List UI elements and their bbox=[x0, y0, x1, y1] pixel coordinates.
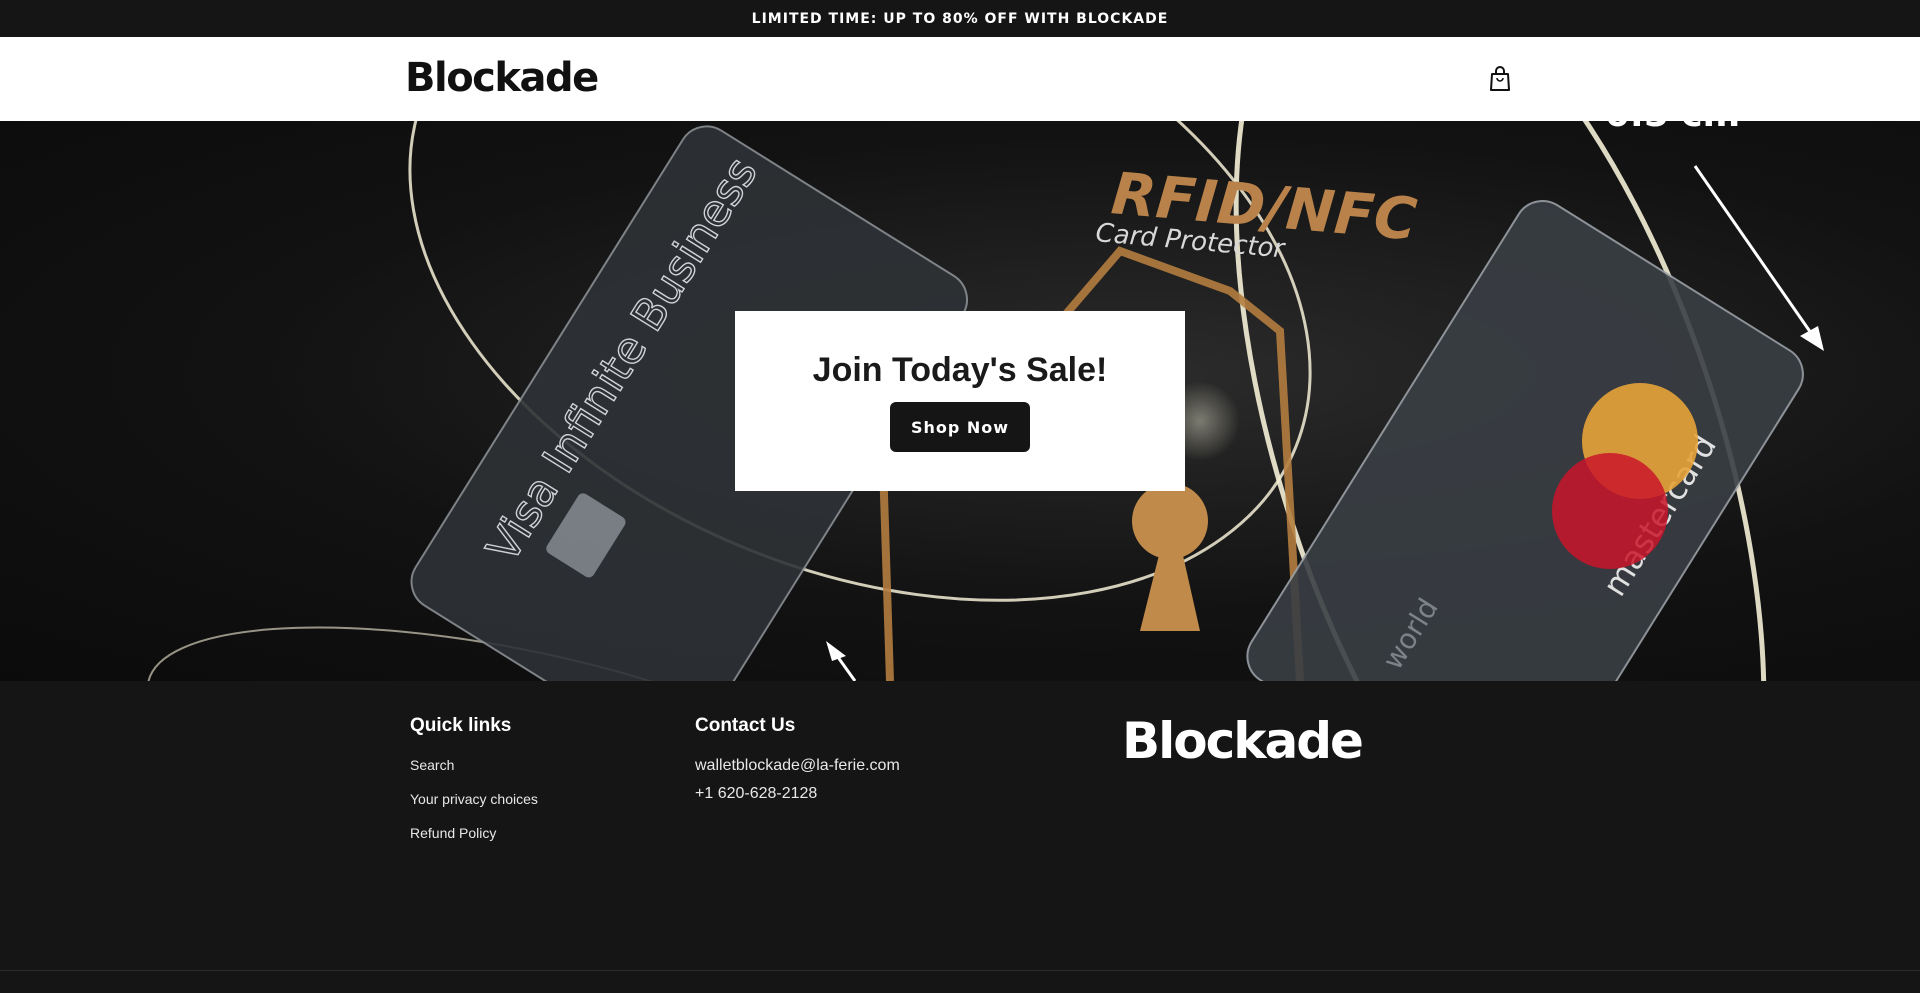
quick-links-column: Quick links Search Your privacy choices … bbox=[410, 715, 538, 859]
contact-email[interactable]: walletblockade@la-ferie.com bbox=[695, 757, 900, 775]
site-footer: Quick links Search Your privacy choices … bbox=[0, 681, 1920, 993]
shop-now-button[interactable]: Shop Now bbox=[890, 402, 1030, 452]
promo-title: Join Today's Sale! bbox=[812, 351, 1108, 389]
announcement-bar: LIMITED TIME: UP TO 80% OFF WITH BLOCKAD… bbox=[0, 0, 1920, 37]
contact-column: Contact Us walletblockade@la-ferie.com +… bbox=[695, 715, 900, 813]
promo-box: Join Today's Sale! Shop Now bbox=[735, 311, 1185, 491]
quick-links-heading: Quick links bbox=[410, 715, 512, 736]
contact-heading: Contact Us bbox=[695, 715, 796, 736]
footer-logo[interactable]: Blockade bbox=[1122, 711, 1364, 771]
header-logo[interactable]: Blockade bbox=[405, 53, 599, 103]
site-header: Blockade bbox=[0, 37, 1920, 121]
hero-measure-text: 0.5 cm bbox=[1605, 121, 1740, 135]
shopping-bag-icon bbox=[1490, 66, 1510, 91]
announcement-text: LIMITED TIME: UP TO 80% OFF WITH BLOCKAD… bbox=[751, 10, 1169, 27]
contact-phone[interactable]: +1 620-628-2128 bbox=[695, 785, 900, 803]
footer-link-refund[interactable]: Refund Policy bbox=[410, 825, 538, 841]
hero-banner: Visa Infinite Business RFID/NFC Card Pro… bbox=[0, 121, 1920, 681]
footer-link-privacy[interactable]: Your privacy choices bbox=[410, 791, 538, 807]
cart-button[interactable] bbox=[1488, 65, 1512, 93]
footer-link-search[interactable]: Search bbox=[410, 757, 538, 773]
footer-divider bbox=[0, 970, 1920, 971]
